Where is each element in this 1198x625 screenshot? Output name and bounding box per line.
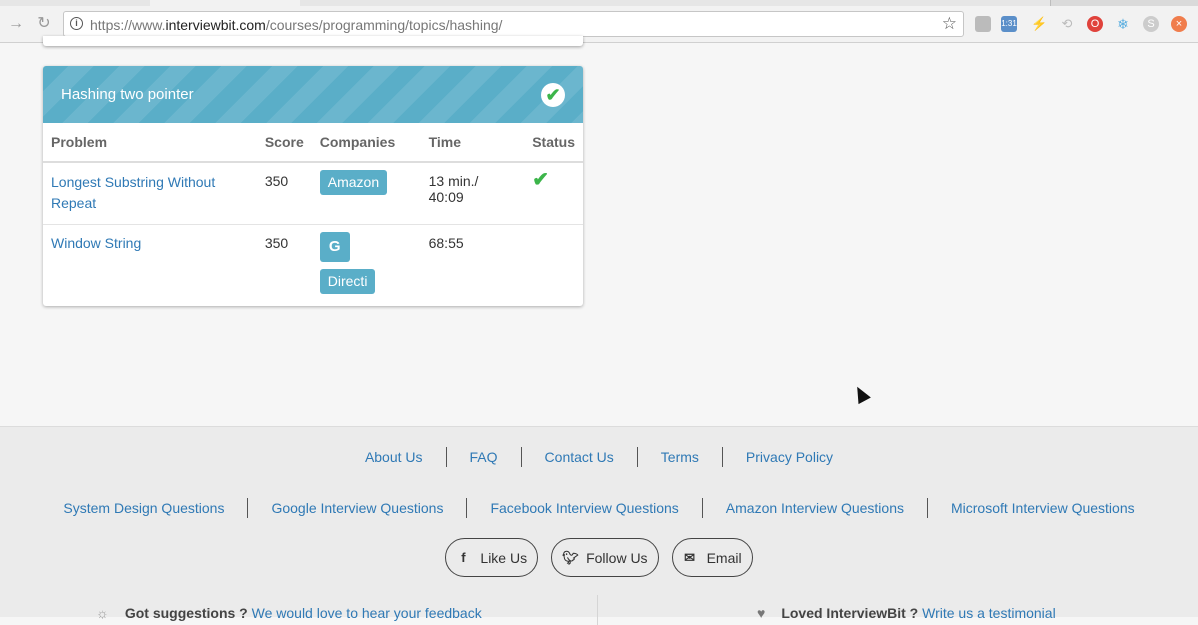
- clock-icon[interactable]: 1:31: [1001, 16, 1017, 32]
- col-companies: Companies: [311, 123, 421, 163]
- info-icon[interactable]: i: [70, 17, 83, 30]
- problems-table: Problem Score Companies Time Status Long…: [43, 123, 583, 306]
- url-text[interactable]: https://www.interviewbit.com/courses/pro…: [90, 17, 502, 33]
- email-button[interactable]: ✉ Email: [671, 538, 753, 577]
- twitter-icon: 🐦︎: [562, 549, 579, 565]
- col-time: Time: [420, 123, 525, 163]
- footer-link-system-design[interactable]: System Design Questions: [40, 498, 247, 518]
- like-us-button[interactable]: f Like Us: [445, 538, 539, 577]
- snowflake-icon[interactable]: ❄: [1115, 16, 1131, 32]
- sync-icon[interactable]: ⟲: [1059, 16, 1075, 32]
- col-score: Score: [256, 123, 312, 163]
- forward-icon[interactable]: →: [6, 14, 26, 34]
- footer: About Us FAQ Contact Us Terms Privacy Po…: [0, 426, 1198, 625]
- envelope-icon: ✉: [684, 549, 696, 565]
- col-problem: Problem: [43, 123, 257, 163]
- solved-check-icon: ✔: [532, 169, 549, 191]
- testimonial-link[interactable]: Write us a testimonial: [922, 605, 1056, 621]
- score-cell: 350: [264, 235, 289, 251]
- feedback-link[interactable]: We would love to hear your feedback: [252, 605, 482, 621]
- time-cell: 68:55: [428, 235, 464, 251]
- previous-card: [43, 36, 583, 46]
- footer-link-facebook[interactable]: Facebook Interview Questions: [466, 498, 701, 518]
- footer-links-primary: About Us FAQ Contact Us Terms Privacy Po…: [0, 447, 1198, 467]
- time-cell: 13 min./ 40:09: [420, 162, 525, 225]
- footer-link-faq[interactable]: FAQ: [445, 447, 521, 467]
- like-us-label: Like Us: [480, 549, 528, 566]
- heart-icon: ♥: [757, 605, 766, 621]
- problem-link[interactable]: Window String: [51, 235, 141, 251]
- check-circle-icon: ✔: [541, 83, 565, 107]
- testimonial-line: ♥ Loved InterviewBit ? Write us a testimo…: [757, 605, 1056, 621]
- pocket-icon[interactable]: [975, 16, 991, 32]
- google-logo-icon[interactable]: G: [319, 232, 350, 262]
- lightbulb-icon: ☼: [96, 605, 109, 621]
- opera-icon[interactable]: O: [1087, 16, 1103, 32]
- footer-link-google[interactable]: Google Interview Questions: [247, 498, 466, 518]
- footer-link-microsoft[interactable]: Microsoft Interview Questions: [926, 498, 1158, 518]
- suggestions-line: ☼ Got suggestions ? We would love to hear…: [96, 605, 482, 621]
- footer-link-terms[interactable]: Terms: [636, 447, 722, 467]
- status-cell: [524, 225, 583, 307]
- score-cell: 350: [256, 162, 312, 225]
- problem-link[interactable]: Longest Substring Without Repeat: [51, 174, 215, 211]
- close-circle-icon[interactable]: ×: [1171, 16, 1187, 32]
- table-row: Longest Substring Without Repeat 350 Ama…: [43, 162, 583, 225]
- bolt-icon[interactable]: ⚡: [1031, 16, 1047, 32]
- facebook-icon: f: [461, 550, 466, 565]
- card-header: Hashing two pointer ✔: [43, 66, 583, 123]
- reload-icon[interactable]: ↻: [34, 14, 54, 34]
- footer-link-amazon[interactable]: Amazon Interview Questions: [701, 498, 927, 518]
- company-tag-amazon[interactable]: Amazon: [319, 170, 388, 195]
- mouse-cursor-icon: [851, 383, 871, 405]
- footer-link-about[interactable]: About Us: [342, 447, 446, 467]
- address-bar[interactable]: i https://www.interviewbit.com/courses/p…: [63, 11, 964, 37]
- col-status: Status: [524, 123, 583, 163]
- company-tag-directi[interactable]: Directi: [319, 269, 376, 294]
- table-row: Window String 350 G Directi 68:55: [43, 225, 583, 307]
- follow-us-label: Follow Us: [586, 549, 648, 566]
- footer-link-privacy[interactable]: Privacy Policy: [721, 447, 856, 467]
- follow-us-button[interactable]: 🐦︎ Follow Us: [551, 538, 659, 577]
- divider: [597, 595, 598, 625]
- footer-links-secondary: System Design Questions Google Interview…: [0, 498, 1198, 518]
- skype-icon[interactable]: S: [1143, 16, 1159, 32]
- bookmark-star-icon[interactable]: ☆: [942, 14, 957, 34]
- email-label: Email: [706, 549, 742, 566]
- topic-card: Hashing two pointer ✔ Problem Score Comp…: [43, 66, 583, 306]
- social-buttons: f Like Us 🐦︎ Follow Us ✉ Email: [0, 538, 1198, 577]
- footer-link-contact[interactable]: Contact Us: [520, 447, 637, 467]
- card-title: Hashing two pointer: [61, 86, 194, 103]
